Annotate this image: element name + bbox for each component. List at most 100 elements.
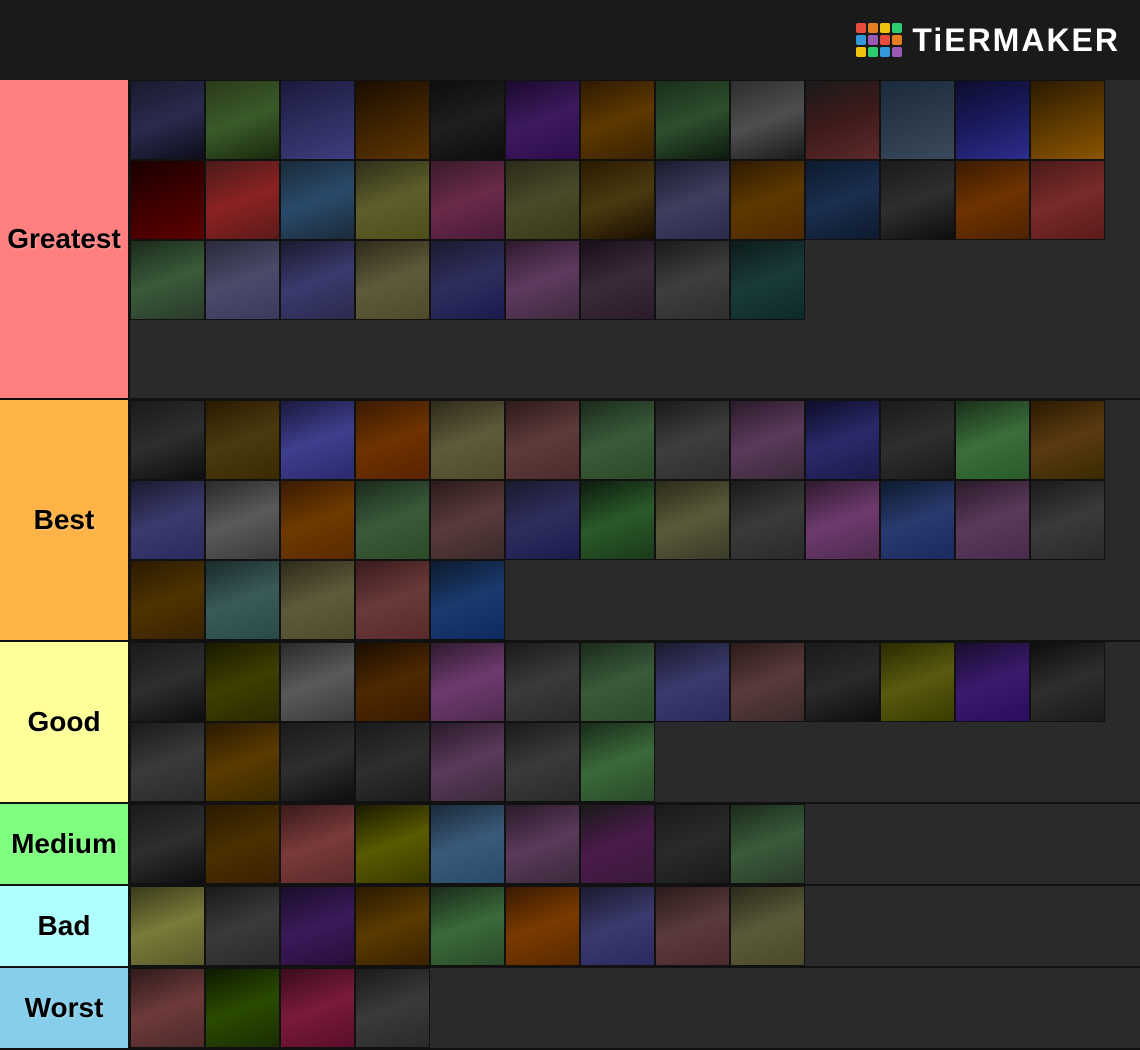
character-card[interactable] — [430, 80, 505, 160]
character-card[interactable] — [1030, 480, 1105, 560]
character-card[interactable] — [130, 642, 205, 722]
character-card[interactable] — [580, 160, 655, 240]
character-card[interactable] — [730, 642, 805, 722]
character-card[interactable] — [430, 886, 505, 966]
character-card[interactable] — [205, 642, 280, 722]
character-card[interactable] — [805, 400, 880, 480]
character-card[interactable] — [280, 886, 355, 966]
character-card[interactable] — [355, 80, 430, 160]
character-card[interactable] — [580, 722, 655, 802]
character-card[interactable] — [505, 642, 580, 722]
character-card[interactable] — [280, 642, 355, 722]
character-card[interactable] — [580, 804, 655, 884]
character-card[interactable] — [430, 560, 505, 640]
character-card[interactable] — [580, 400, 655, 480]
character-card[interactable] — [130, 560, 205, 640]
character-card[interactable] — [580, 642, 655, 722]
character-card[interactable] — [280, 240, 355, 320]
character-card[interactable] — [655, 80, 730, 160]
character-card[interactable] — [130, 722, 205, 802]
character-card[interactable] — [655, 240, 730, 320]
character-card[interactable] — [280, 480, 355, 560]
character-card[interactable] — [580, 240, 655, 320]
character-card[interactable] — [580, 80, 655, 160]
character-card[interactable] — [355, 560, 430, 640]
character-card[interactable] — [1030, 400, 1105, 480]
character-card[interactable] — [655, 642, 730, 722]
character-card[interactable] — [880, 400, 955, 480]
character-card[interactable] — [880, 480, 955, 560]
character-card[interactable] — [205, 804, 280, 884]
character-card[interactable] — [205, 80, 280, 160]
character-card[interactable] — [430, 722, 505, 802]
character-card[interactable] — [205, 968, 280, 1048]
character-card[interactable] — [205, 160, 280, 240]
character-card[interactable] — [355, 804, 430, 884]
character-card[interactable] — [655, 804, 730, 884]
character-card[interactable] — [655, 400, 730, 480]
character-card[interactable] — [280, 722, 355, 802]
character-card[interactable] — [730, 886, 805, 966]
character-card[interactable] — [430, 480, 505, 560]
character-card[interactable] — [130, 804, 205, 884]
character-card[interactable] — [280, 968, 355, 1048]
character-card[interactable] — [505, 886, 580, 966]
character-card[interactable] — [955, 400, 1030, 480]
character-card[interactable] — [430, 240, 505, 320]
character-card[interactable] — [505, 804, 580, 884]
character-card[interactable] — [505, 240, 580, 320]
character-card[interactable] — [205, 722, 280, 802]
character-card[interactable] — [355, 722, 430, 802]
character-card[interactable] — [280, 80, 355, 160]
character-card[interactable] — [880, 642, 955, 722]
character-card[interactable] — [505, 400, 580, 480]
character-card[interactable] — [130, 160, 205, 240]
character-card[interactable] — [355, 160, 430, 240]
character-card[interactable] — [1030, 160, 1105, 240]
character-card[interactable] — [955, 480, 1030, 560]
character-card[interactable] — [730, 160, 805, 240]
character-card[interactable] — [430, 400, 505, 480]
character-card[interactable] — [805, 80, 880, 160]
character-card[interactable] — [205, 560, 280, 640]
character-card[interactable] — [355, 968, 430, 1048]
character-card[interactable] — [205, 240, 280, 320]
character-card[interactable] — [130, 80, 205, 160]
character-card[interactable] — [130, 886, 205, 966]
character-card[interactable] — [205, 480, 280, 560]
character-card[interactable] — [505, 160, 580, 240]
character-card[interactable] — [280, 400, 355, 480]
character-card[interactable] — [505, 722, 580, 802]
character-card[interactable] — [430, 804, 505, 884]
character-card[interactable] — [130, 240, 205, 320]
character-card[interactable] — [655, 480, 730, 560]
character-card[interactable] — [130, 968, 205, 1048]
character-card[interactable] — [130, 480, 205, 560]
character-card[interactable] — [1030, 80, 1105, 160]
character-card[interactable] — [280, 804, 355, 884]
character-card[interactable] — [730, 804, 805, 884]
character-card[interactable] — [505, 480, 580, 560]
character-card[interactable] — [955, 642, 1030, 722]
character-card[interactable] — [730, 80, 805, 160]
character-card[interactable] — [730, 240, 805, 320]
character-card[interactable] — [205, 400, 280, 480]
character-card[interactable] — [580, 480, 655, 560]
character-card[interactable] — [805, 642, 880, 722]
character-card[interactable] — [655, 160, 730, 240]
character-card[interactable] — [430, 642, 505, 722]
character-card[interactable] — [130, 400, 205, 480]
character-card[interactable] — [430, 160, 505, 240]
character-card[interactable] — [1030, 642, 1105, 722]
character-card[interactable] — [805, 160, 880, 240]
character-card[interactable] — [280, 160, 355, 240]
character-card[interactable] — [730, 400, 805, 480]
character-card[interactable] — [280, 560, 355, 640]
character-card[interactable] — [655, 886, 730, 966]
character-card[interactable] — [880, 160, 955, 240]
character-card[interactable] — [580, 886, 655, 966]
character-card[interactable] — [505, 80, 580, 160]
character-card[interactable] — [355, 480, 430, 560]
character-card[interactable] — [355, 240, 430, 320]
character-card[interactable] — [355, 400, 430, 480]
